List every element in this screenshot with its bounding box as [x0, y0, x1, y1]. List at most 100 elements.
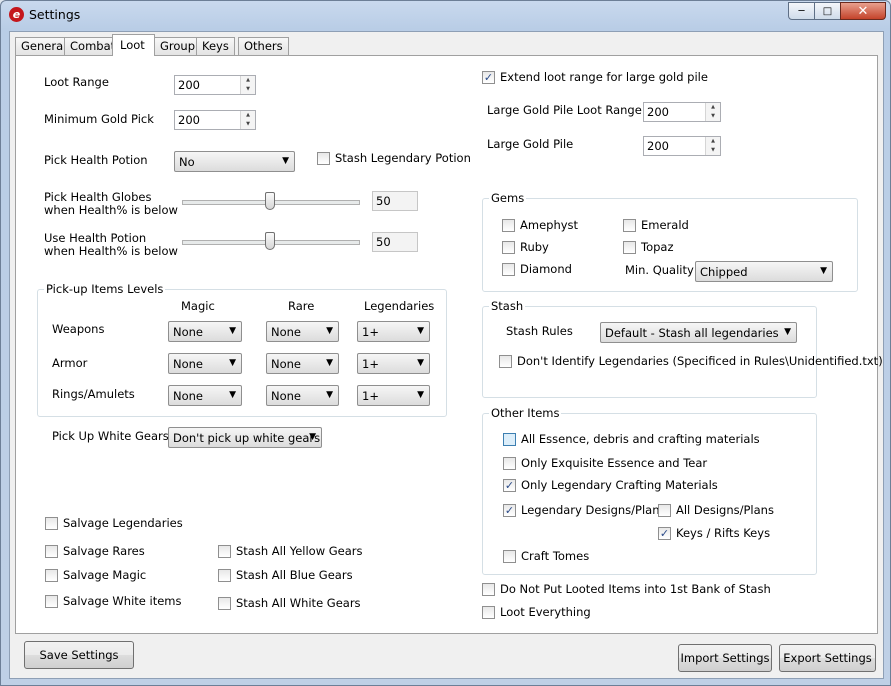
- large-gold-pile-label: Large Gold Pile: [487, 137, 574, 151]
- pick-health-potion-select[interactable]: No ▼: [174, 151, 295, 172]
- all-essence-checkbox[interactable]: [503, 433, 516, 446]
- stash-title: Stash: [489, 299, 526, 313]
- health-globes-value[interactable]: 50: [372, 191, 418, 211]
- loot-everything-label: Loot Everything: [500, 605, 591, 619]
- armor-magic-select[interactable]: None ▼: [168, 353, 242, 374]
- chevron-down-icon: ▼: [417, 358, 424, 368]
- gem-emerald-checkbox[interactable]: [623, 219, 636, 232]
- stash-rules-select[interactable]: Default - Stash all legendaries ▼: [600, 322, 797, 343]
- all-essence-label: All Essence, debris and crafting materia…: [521, 432, 760, 446]
- large-gold-range-input[interactable]: 200 ▲ ▼: [643, 102, 721, 122]
- chevron-down-icon: ▼: [229, 390, 236, 400]
- chevron-down-icon: ▼: [326, 326, 333, 336]
- chevron-down-icon: ▼: [417, 326, 424, 336]
- spinner-arrows-icon[interactable]: ▲ ▼: [240, 111, 255, 129]
- gem-topaz-checkbox[interactable]: [623, 241, 636, 254]
- rift-keys-checkbox[interactable]: ✓: [658, 527, 671, 540]
- stash-yellow-checkbox[interactable]: [218, 545, 231, 558]
- salvage-legendaries-checkbox[interactable]: [45, 517, 58, 530]
- loot-range-input[interactable]: 200 ▲ ▼: [174, 75, 256, 95]
- spinner-arrows-icon[interactable]: ▲ ▼: [240, 76, 255, 94]
- chevron-down-icon: ▼: [784, 327, 791, 337]
- gems-title: Gems: [489, 191, 527, 205]
- loot-tab-panel: Loot Range 200 ▲ ▼ Minimum Gold Pick 200 …: [15, 55, 883, 634]
- armor-legendaries-select[interactable]: 1+ ▼: [357, 353, 430, 374]
- salvage-white-checkbox[interactable]: [45, 595, 58, 608]
- close-icon: ✕: [857, 3, 869, 19]
- slider-thumb[interactable]: [265, 192, 275, 210]
- tab-loot[interactable]: Loot: [112, 34, 155, 56]
- salvage-legendaries-label: Salvage Legendaries: [63, 516, 183, 530]
- chevron-down-icon: ▼: [417, 390, 424, 400]
- spinner-arrows-icon[interactable]: ▲ ▼: [705, 137, 720, 155]
- close-button[interactable]: ✕: [840, 2, 886, 20]
- dont-identify-label: Don't Identify Legendaries (Specificed i…: [517, 354, 883, 368]
- gem-amephyst-checkbox[interactable]: [502, 219, 515, 232]
- gem-topaz-label: Topaz: [641, 240, 674, 254]
- stash-legendary-potion-checkbox[interactable]: [317, 152, 330, 165]
- craft-tomes-label: Craft Tomes: [521, 549, 590, 563]
- chevron-down-icon: ▼: [229, 326, 236, 336]
- all-designs-label: All Designs/Plans: [676, 503, 774, 517]
- stash-yellow-label: Stash All Yellow Gears: [236, 544, 363, 558]
- client-area: General Combat Loot Group Keys Others Lo…: [9, 31, 884, 679]
- weapons-rare-select[interactable]: None ▼: [266, 321, 339, 342]
- legendary-designs-label: Legendary Designs/Plans: [521, 503, 666, 517]
- craft-tomes-checkbox[interactable]: [503, 550, 516, 563]
- salvage-rares-checkbox[interactable]: [45, 545, 58, 558]
- pickup-levels-group: Pick-up Items Levels Magic Rare Legendar…: [37, 282, 447, 417]
- legendary-designs-checkbox[interactable]: ✓: [503, 504, 516, 517]
- export-settings-button[interactable]: Export Settings: [779, 644, 876, 672]
- maximize-button[interactable]: □: [814, 2, 841, 20]
- rings-legendaries-select[interactable]: 1+ ▼: [357, 385, 430, 406]
- app-logo-icon: e: [9, 7, 24, 22]
- gem-ruby-label: Ruby: [520, 240, 549, 254]
- loot-everything-checkbox[interactable]: [482, 606, 495, 619]
- gem-ruby-checkbox[interactable]: [502, 241, 515, 254]
- rings-rare-select[interactable]: None ▼: [266, 385, 339, 406]
- minimize-button[interactable]: ─: [788, 2, 815, 20]
- slider-thumb[interactable]: [265, 232, 275, 250]
- exquisite-essence-checkbox[interactable]: [503, 457, 516, 470]
- weapons-legendaries-select[interactable]: 1+ ▼: [357, 321, 430, 342]
- gem-diamond-checkbox[interactable]: [502, 263, 515, 276]
- chevron-down-icon: ▼: [282, 156, 289, 166]
- tab-keys[interactable]: Keys: [196, 37, 235, 55]
- maximize-icon: □: [822, 5, 833, 17]
- tab-group[interactable]: Group: [154, 37, 202, 55]
- dont-identify-checkbox[interactable]: [499, 355, 512, 368]
- spinner-arrows-icon[interactable]: ▲ ▼: [705, 103, 720, 121]
- stash-white-checkbox[interactable]: [218, 597, 231, 610]
- min-gold-pick-input[interactable]: 200 ▲ ▼: [174, 110, 256, 130]
- pick-health-potion-label: Pick Health Potion: [44, 153, 148, 167]
- rings-magic-select[interactable]: None ▼: [168, 385, 242, 406]
- white-gears-select[interactable]: Don't pick up white gears ▼: [168, 427, 322, 448]
- gem-amephyst-label: Amephyst: [520, 218, 579, 232]
- armor-rare-select[interactable]: None ▼: [266, 353, 339, 374]
- min-quality-select[interactable]: Chipped ▼: [695, 261, 833, 282]
- min-quality-label: Min. Quality: [625, 263, 694, 277]
- other-items-title: Other Items: [489, 406, 562, 420]
- first-bank-checkbox[interactable]: [482, 583, 495, 596]
- import-settings-button[interactable]: Import Settings: [678, 644, 772, 672]
- all-designs-checkbox[interactable]: [658, 504, 671, 517]
- legendary-crafting-checkbox[interactable]: ✓: [503, 479, 516, 492]
- save-settings-button[interactable]: Save Settings: [24, 641, 134, 669]
- use-health-potion-label: Use Health Potion when Health% is below: [44, 231, 178, 258]
- row-label-armor: Armor: [52, 356, 88, 370]
- large-gold-pile-input[interactable]: 200 ▲ ▼: [643, 136, 721, 156]
- tab-others[interactable]: Others: [238, 37, 289, 55]
- chevron-down-icon: ▼: [326, 390, 333, 400]
- health-globes-slider[interactable]: [182, 192, 360, 210]
- stash-blue-checkbox[interactable]: [218, 569, 231, 582]
- use-health-potion-slider[interactable]: [182, 232, 360, 250]
- weapons-magic-select[interactable]: None ▼: [168, 321, 242, 342]
- stash-blue-label: Stash All Blue Gears: [236, 568, 353, 582]
- row-label-rings-amulets: Rings/Amulets: [52, 387, 135, 401]
- loot-range-label: Loot Range: [44, 75, 109, 89]
- salvage-magic-checkbox[interactable]: [45, 569, 58, 582]
- stash-rules-label: Stash Rules: [506, 324, 573, 338]
- extend-loot-checkbox[interactable]: ✓: [482, 71, 495, 84]
- use-health-potion-value[interactable]: 50: [372, 232, 418, 252]
- stash-group: Stash Stash Rules Default - Stash all le…: [482, 299, 883, 398]
